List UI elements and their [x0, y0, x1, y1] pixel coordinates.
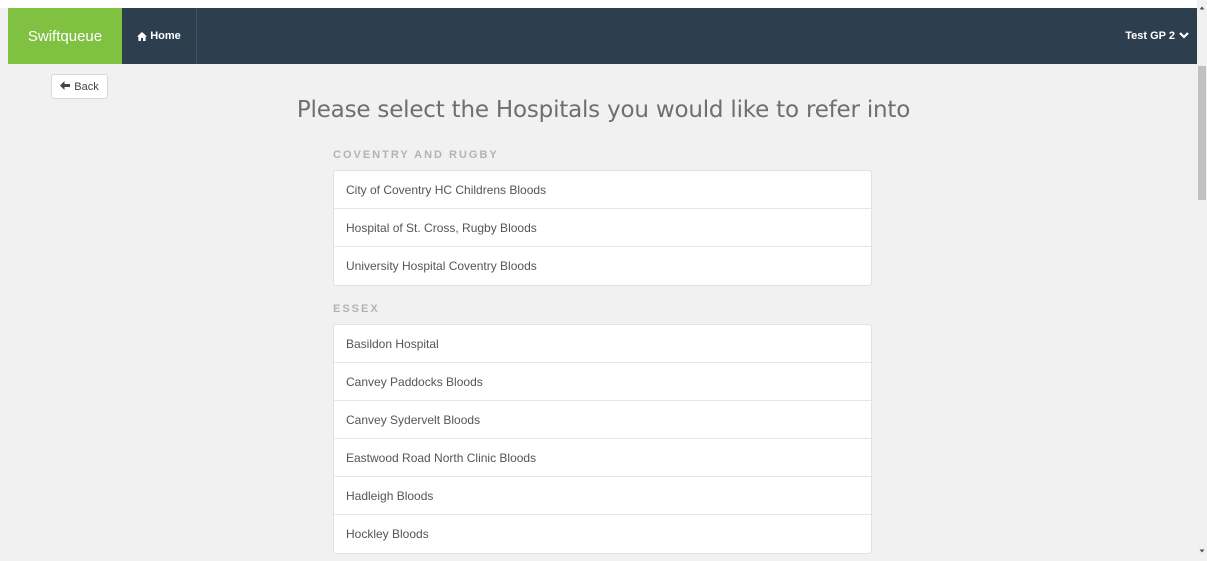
brand-name: Swiftqueue	[27, 27, 103, 45]
scroll-down-arrow-icon[interactable]	[1197, 543, 1207, 553]
page-title: Please select the Hospitals you would li…	[296, 97, 911, 123]
hospital-item[interactable]: Canvey Sydervelt Bloods	[334, 401, 871, 439]
user-menu-dropdown[interactable]: Test GP 2	[1125, 8, 1197, 64]
home-icon	[137, 31, 148, 41]
hospital-item[interactable]: Eastwood Road North Clinic Bloods	[334, 439, 871, 477]
user-name: Test GP 2	[1125, 30, 1175, 42]
nav-home-label: Home	[150, 30, 181, 42]
vertical-scrollbar[interactable]	[1197, 0, 1207, 553]
hospital-list-essex: Basildon Hospital Canvey Paddocks Bloods…	[333, 324, 872, 554]
region-heading-essex: ESSEX	[333, 303, 380, 315]
hospital-item[interactable]: Hadleigh Bloods	[334, 477, 871, 515]
back-button-label: Back	[74, 80, 99, 93]
arrow-left-icon	[60, 80, 71, 93]
nav-home-link[interactable]: Home	[122, 8, 197, 64]
scroll-up-arrow-icon[interactable]	[1197, 0, 1207, 10]
hospital-item[interactable]: Hospital of St. Cross, Rugby Bloods	[334, 209, 871, 247]
top-navbar: Swiftqueue Home Test GP 2	[8, 8, 1197, 64]
brand-logo[interactable]: Swiftqueue	[8, 8, 122, 64]
chevron-down-icon	[1179, 30, 1189, 42]
hospital-item[interactable]: Canvey Paddocks Bloods	[334, 363, 871, 401]
hospital-item[interactable]: University Hospital Coventry Bloods	[334, 247, 871, 285]
hospital-item[interactable]: Basildon Hospital	[334, 325, 871, 363]
scrollbar-thumb[interactable]	[1198, 66, 1206, 200]
back-button[interactable]: Back	[51, 74, 108, 99]
hospital-list-coventry-and-rugby: City of Coventry HC Childrens Bloods Hos…	[333, 170, 872, 286]
region-heading-coventry-and-rugby: COVENTRY AND RUGBY	[333, 149, 499, 161]
hospital-item[interactable]: City of Coventry HC Childrens Bloods	[334, 171, 871, 209]
hospital-item[interactable]: Hockley Bloods	[334, 515, 871, 553]
top-margin	[0, 0, 1197, 8]
